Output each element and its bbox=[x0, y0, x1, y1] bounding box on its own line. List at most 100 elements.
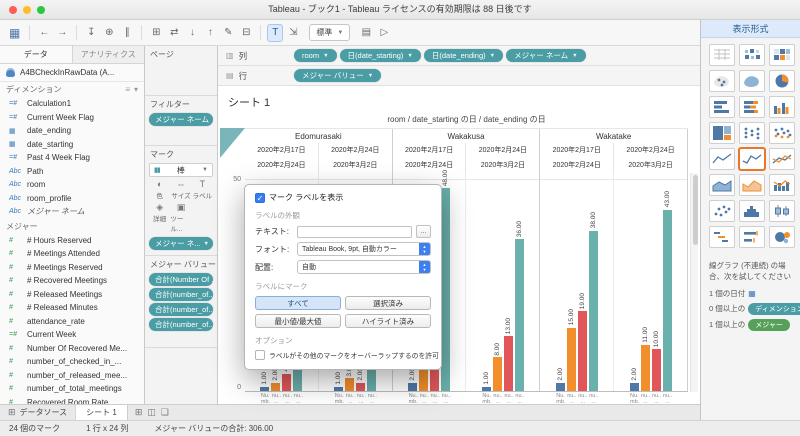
columns-shelf-pill[interactable]: 日(date_ending) ▼ bbox=[423, 49, 504, 62]
sort-descending-icon[interactable]: ↑ bbox=[202, 24, 218, 42]
dimension-field[interactable]: =# Past 4 Week Flag bbox=[0, 151, 144, 165]
bar-mark[interactable] bbox=[271, 382, 281, 391]
bar-mark[interactable] bbox=[345, 378, 355, 391]
showme-circle-view-icon[interactable] bbox=[739, 122, 765, 144]
bar-mark[interactable] bbox=[492, 357, 502, 391]
showme-text-table-icon[interactable] bbox=[709, 44, 735, 66]
showme-side-by-side-bar-icon[interactable] bbox=[769, 96, 795, 118]
new-worksheet-icon[interactable]: ⊞ bbox=[135, 407, 143, 418]
presentation-mode-icon[interactable]: ▷ bbox=[376, 24, 392, 42]
measure-field[interactable]: # Number Of Recovered Me... bbox=[0, 342, 144, 356]
dimension-field[interactable]: Abc Path bbox=[0, 165, 144, 179]
showme-gantt-icon[interactable] bbox=[709, 226, 735, 248]
new-story-icon[interactable]: ❏ bbox=[161, 407, 169, 418]
show-me-toggle[interactable]: 表示形式 bbox=[701, 20, 800, 38]
bar-mark[interactable] bbox=[408, 382, 418, 391]
bar-mark[interactable] bbox=[282, 374, 292, 391]
dimension-field[interactable]: Abc メジャー ネーム bbox=[0, 205, 144, 219]
allow-overlap-checkbox[interactable] bbox=[255, 350, 265, 360]
pause-updates-icon[interactable]: ∥ bbox=[119, 24, 135, 42]
show-hide-cards-icon[interactable]: ▤ bbox=[358, 24, 374, 42]
bar-mark[interactable] bbox=[334, 386, 344, 391]
measure-field[interactable]: # number_of_total_meetings bbox=[0, 382, 144, 396]
showme-bullet-icon[interactable] bbox=[739, 226, 765, 248]
dimension-field[interactable]: ▦ date_starting bbox=[0, 138, 144, 152]
bar-mark[interactable] bbox=[260, 386, 270, 391]
fit-dropdown[interactable]: 標準 ▼ bbox=[309, 24, 351, 41]
filter-pill[interactable]: メジャー ネーム▼ bbox=[149, 113, 213, 126]
bar-mark[interactable] bbox=[356, 382, 366, 391]
scrollbar-thumb[interactable] bbox=[692, 175, 698, 245]
showme-histogram-icon[interactable] bbox=[739, 200, 765, 222]
bar-mark[interactable] bbox=[629, 382, 639, 391]
showme-box-plot-icon[interactable] bbox=[769, 200, 795, 222]
measure-field[interactable]: # # Meetings Attended bbox=[0, 247, 144, 261]
showme-horizontal-bar-icon[interactable] bbox=[709, 96, 735, 118]
sort-ascending-icon[interactable]: ↓ bbox=[184, 24, 200, 42]
measure-values-pill[interactable]: 合計(Number Of ..▼ bbox=[149, 273, 213, 286]
dimension-field[interactable]: ▦ date_ending bbox=[0, 124, 144, 138]
fix-axes-icon[interactable]: ⇲ bbox=[285, 24, 301, 42]
marks-size-button[interactable]: ⇔ サイズ bbox=[170, 180, 191, 201]
minimize-button[interactable] bbox=[23, 6, 31, 14]
bar-mark[interactable] bbox=[640, 344, 650, 391]
zoom-button[interactable] bbox=[37, 6, 45, 14]
label-scope-button[interactable]: ハイライト済み bbox=[345, 314, 431, 328]
label-scope-button[interactable]: 最小値/最大値 bbox=[255, 314, 341, 328]
show-mark-labels-icon[interactable]: T bbox=[267, 23, 284, 42]
close-button[interactable] bbox=[9, 6, 17, 14]
label-scope-button[interactable]: 選択済み bbox=[345, 296, 431, 310]
showme-packed-bubble-icon[interactable] bbox=[769, 226, 795, 248]
dimension-field[interactable]: =# Calculation1 bbox=[0, 97, 144, 111]
font-dropdown[interactable]: Tableau Book, 9pt, 自動カラー ▲ ▼ bbox=[297, 242, 431, 256]
bar-mark[interactable] bbox=[503, 336, 513, 391]
measure-values-pill[interactable]: 合計(number_of..▼ bbox=[149, 318, 213, 331]
showme-stacked-bar-icon[interactable] bbox=[739, 96, 765, 118]
showme-side-by-side-circle-icon[interactable] bbox=[769, 122, 795, 144]
mark-type-dropdown[interactable]: ▮▮ 棒 ▼ bbox=[149, 163, 213, 177]
showme-pie-icon[interactable] bbox=[769, 70, 795, 92]
columns-shelf-pill[interactable]: room ▼ bbox=[294, 49, 337, 62]
showme-dual-combination-icon[interactable] bbox=[769, 174, 795, 196]
measure-field[interactable]: # # Released Meetings bbox=[0, 288, 144, 302]
measure-field[interactable]: # # Meetings Reserved bbox=[0, 261, 144, 275]
measure-field[interactable]: # number_of_checked_in_... bbox=[0, 355, 144, 369]
measure-field[interactable]: # # Hours Reserved bbox=[0, 234, 144, 248]
marks-color-button[interactable]: ◐ 色 bbox=[149, 180, 170, 201]
dimension-field[interactable]: Abc room_profile bbox=[0, 192, 144, 206]
showme-filled-map-icon[interactable] bbox=[739, 70, 765, 92]
bar-mark[interactable] bbox=[577, 310, 587, 391]
tab-analytics[interactable]: アナリティクス bbox=[73, 46, 145, 63]
showme-symbol-map-icon[interactable] bbox=[709, 70, 735, 92]
columns-shelf-pill[interactable]: 日(date_starting) ▼ bbox=[339, 49, 421, 62]
bar-mark[interactable] bbox=[555, 382, 565, 391]
showme-area-continuous-icon[interactable] bbox=[709, 174, 735, 196]
bar-mark[interactable] bbox=[651, 348, 661, 391]
measure-values-pill[interactable]: 合計(number_of..▼ bbox=[149, 288, 213, 301]
label-scope-button[interactable]: すべて bbox=[255, 296, 341, 310]
showme-line-discrete-icon[interactable] bbox=[738, 147, 766, 171]
marks-card-pill[interactable]: メジャー ネ... ▼ bbox=[149, 237, 213, 250]
measure-field[interactable]: # attendance_rate bbox=[0, 315, 144, 329]
group-members-icon[interactable]: ⊟ bbox=[238, 24, 254, 42]
highlight-icon[interactable]: ✎ bbox=[220, 24, 236, 42]
new-dashboard-icon[interactable]: ◫ bbox=[147, 407, 156, 418]
datasource-tab[interactable]: ⊞ データソース bbox=[0, 405, 77, 420]
view-menu-icon[interactable]: ≡ bbox=[125, 85, 130, 94]
vertical-scrollbar[interactable] bbox=[690, 173, 698, 392]
dimension-field[interactable]: =# Current Week Flag bbox=[0, 111, 144, 125]
showme-heatmap-icon[interactable] bbox=[739, 44, 765, 66]
add-data-icon[interactable]: ⊕ bbox=[101, 24, 117, 42]
bar-mark[interactable] bbox=[662, 209, 672, 391]
alignment-dropdown[interactable]: 自動 ▲ ▼ bbox=[297, 260, 431, 274]
columns-shelf-pill[interactable]: メジャー ネーム ▼ bbox=[506, 49, 586, 62]
chevron-down-icon[interactable]: ▾ bbox=[134, 85, 138, 94]
measure-field[interactable]: # # Recovered Meetings bbox=[0, 274, 144, 288]
label-text-input[interactable] bbox=[297, 225, 412, 238]
tableau-logo-icon[interactable]: ▦ bbox=[6, 24, 23, 42]
bar-mark[interactable] bbox=[588, 230, 598, 391]
datasource-item[interactable]: A4BCheckInRawData (A... bbox=[0, 64, 144, 82]
measure-field[interactable]: # number_of_released_mee... bbox=[0, 369, 144, 383]
showme-highlight-table-icon[interactable] bbox=[769, 44, 795, 66]
marks-tooltip-button[interactable]: ▣ ツール... bbox=[170, 203, 191, 234]
